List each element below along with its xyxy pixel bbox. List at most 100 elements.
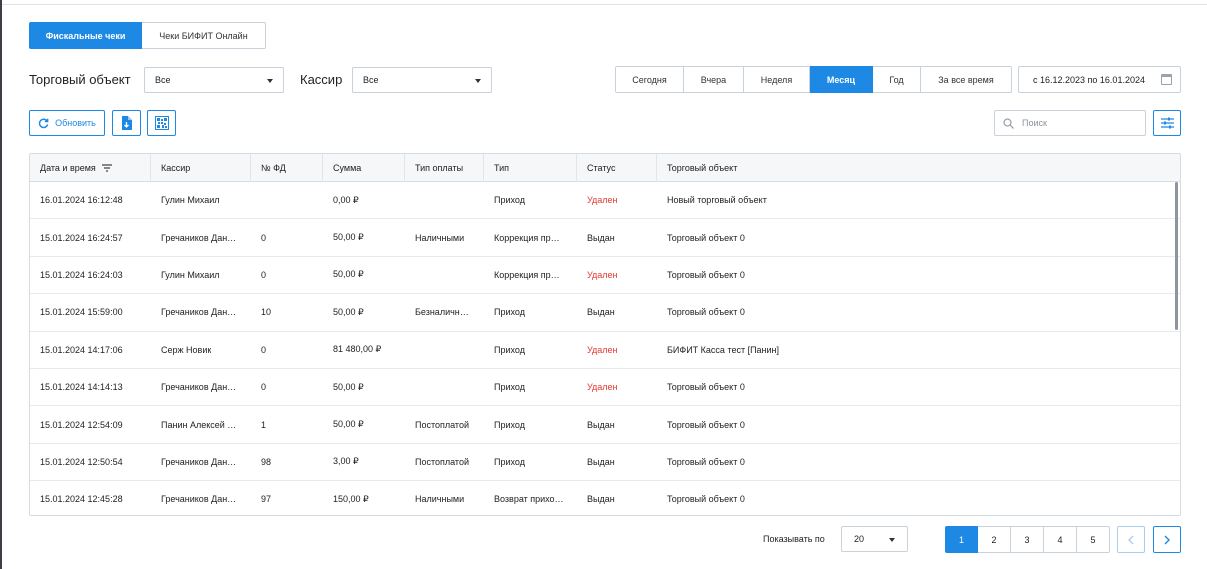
cell-fd-number-text: 0 — [261, 232, 267, 243]
cell-sum-text: 50,00 ₽ — [333, 306, 364, 317]
table-row[interactable]: 15.01.2024 15:59:00 Гречаников Дан… 10 50,0… — [30, 294, 1180, 332]
page-button-4[interactable]: 4 — [1044, 526, 1077, 553]
cell-type: Приход — [484, 444, 577, 480]
cell-fd-number: 0 — [251, 257, 323, 293]
column-header-datetime[interactable]: Дата и время — [30, 154, 151, 182]
cell-cashier: Гречаников Дан… — [151, 294, 251, 330]
column-header-cashier[interactable]: Кассир — [151, 154, 251, 182]
cell-store-text: Новый торговый объект — [667, 195, 767, 206]
table-row[interactable]: 15.01.2024 12:45:28 Гречаников Дан… 97 150,… — [30, 481, 1180, 515]
cell-fd-number-text: 0 — [261, 382, 267, 393]
column-header-store[interactable]: Торговый объект — [657, 154, 1180, 182]
cell-payment-type — [405, 369, 484, 405]
date-range-picker[interactable]: с 16.12.2023 по 16.01.2024 — [1018, 66, 1181, 93]
export-file-button[interactable] — [112, 110, 141, 136]
cell-datetime: 15.01.2024 12:54:09 — [30, 406, 151, 442]
cell-cashier-text: Гречаников Дан… — [161, 456, 237, 467]
cell-datetime-text: 15.01.2024 12:45:28 — [40, 494, 123, 505]
refresh-icon — [38, 118, 49, 128]
table-row[interactable]: 15.01.2024 12:54:09 Панин Алексей … 1 50,00… — [30, 406, 1180, 444]
cell-cashier-text: Гречаников Дан… — [161, 232, 237, 243]
table-row[interactable]: 15.01.2024 14:14:13 Гречаников Дан… 0 50,00… — [30, 369, 1180, 407]
refresh-button-label: Обновить — [55, 118, 96, 128]
cell-type: Возврат прихо… — [484, 481, 577, 515]
page-button-5[interactable]: 5 — [1077, 526, 1110, 553]
cell-cashier-text: Серж Новик — [161, 344, 212, 355]
period-all-time-button[interactable]: За все время — [921, 66, 1012, 93]
table-settings-button[interactable] — [1153, 110, 1181, 136]
cell-datetime: 15.01.2024 12:45:28 — [30, 481, 151, 515]
prev-page-button[interactable] — [1117, 526, 1145, 553]
table-row[interactable]: 15.01.2024 14:17:06 Серж Новик 0 81 480,00 … — [30, 332, 1180, 369]
cell-cashier: Гулин Михаил — [151, 257, 251, 293]
column-header-payment-type[interactable]: Тип оплаты — [405, 154, 484, 182]
cell-datetime-text: 15.01.2024 16:24:57 — [40, 232, 123, 243]
cell-store: Торговый объект 0 — [657, 481, 1180, 515]
period-week-button[interactable]: Неделя — [744, 66, 810, 93]
cell-sum: 50,00 ₽ — [323, 406, 405, 442]
table-header: Дата и время Кассир № ФД Сумма Тип оплат… — [30, 154, 1180, 182]
cell-datetime-text: 15.01.2024 16:24:03 — [40, 269, 123, 280]
cell-sum-text: 0,00 ₽ — [333, 194, 359, 205]
tab-fiscal-receipts[interactable]: Фискальные чеки — [29, 22, 142, 49]
calendar-icon — [1161, 74, 1172, 85]
cell-store: БИФИТ Касса тест [Панин] — [657, 332, 1180, 368]
tab-bifit-online-receipts[interactable]: Чеки БИФИТ Онлайн — [142, 22, 266, 49]
cell-type-text: Приход — [494, 419, 525, 430]
cashier-select[interactable]: Все — [352, 67, 492, 93]
period-today-button[interactable]: Сегодня — [615, 66, 684, 93]
next-page-button[interactable] — [1153, 526, 1181, 553]
cell-store-text: Торговый объект 0 — [667, 419, 745, 430]
per-page-select[interactable]: 20 — [841, 526, 908, 552]
chevron-down-icon — [475, 79, 481, 83]
cell-payment-type-text: Безналичн… — [415, 307, 469, 318]
column-header-sum[interactable]: Сумма — [323, 154, 405, 182]
page-button-2[interactable]: 2 — [978, 526, 1011, 553]
qr-code-button[interactable] — [147, 110, 176, 136]
cell-type: Коррекция пр… — [484, 257, 577, 293]
period-year-button[interactable]: Год — [873, 66, 921, 93]
column-header-status[interactable]: Статус — [577, 154, 657, 182]
cell-cashier-text: Гречаников Дан… — [161, 494, 237, 505]
cell-payment-type: Наличными — [405, 219, 484, 255]
period-month-button[interactable]: Месяц — [810, 66, 873, 93]
refresh-button[interactable]: Обновить — [29, 110, 105, 136]
search-input[interactable] — [1022, 118, 1132, 128]
table-row[interactable]: 15.01.2024 16:24:03 Гулин Михаил 0 50,00 ₽ К… — [30, 257, 1180, 295]
column-header-type[interactable]: Тип — [484, 154, 577, 182]
cell-fd-number-text: 98 — [261, 456, 272, 467]
cell-store-text: Торговый объект 0 — [667, 269, 745, 280]
cell-datetime: 15.01.2024 14:17:06 — [30, 332, 151, 368]
page-button-3[interactable]: 3 — [1011, 526, 1044, 553]
cell-cashier: Гречаников Дан… — [151, 481, 251, 515]
cell-sum: 81 480,00 ₽ — [323, 332, 405, 368]
cell-datetime: 15.01.2024 12:50:54 — [30, 444, 151, 480]
cashier-select-value: Все — [363, 75, 379, 85]
cell-fd-number-text: 0 — [261, 269, 267, 280]
table-row[interactable]: 15.01.2024 12:50:54 Гречаников Дан… 98 3,00… — [30, 444, 1180, 482]
cell-status-text: Выдан — [587, 232, 615, 243]
cell-status: Удален — [577, 257, 657, 293]
cell-datetime: 15.01.2024 16:24:03 — [30, 257, 151, 293]
table-row[interactable]: 16.01.2024 16:12:48 Гулин Михаил 0,00 ₽ При… — [30, 182, 1180, 220]
table-row[interactable]: 15.01.2024 16:24:57 Гречаников Дан… 0 50,00… — [30, 219, 1180, 257]
file-export-icon — [122, 116, 132, 130]
sort-icon[interactable] — [101, 164, 112, 172]
page-button-1[interactable]: 1 — [945, 526, 978, 553]
chevron-down-icon — [267, 79, 273, 83]
table-scrollbar[interactable] — [1175, 182, 1178, 330]
column-header-fd-number[interactable]: № ФД — [251, 154, 323, 182]
store-select[interactable]: Все — [144, 67, 284, 93]
cell-cashier: Гречаников Дан… — [151, 444, 251, 480]
cell-status: Выдан — [577, 481, 657, 515]
store-filter-label: Торговый объект — [29, 72, 131, 87]
cell-sum-text: 50,00 ₽ — [333, 232, 364, 243]
cell-datetime: 16.01.2024 16:12:48 — [30, 182, 151, 218]
cell-fd-number-text: 0 — [261, 344, 267, 355]
cell-store: Торговый объект 0 — [657, 294, 1180, 330]
period-yesterday-button[interactable]: Вчера — [684, 66, 744, 93]
cell-type: Коррекция пр… — [484, 219, 577, 255]
period-selector: Сегодня Вчера Неделя Месяц Год За все вр… — [615, 66, 1012, 93]
cell-store-text: БИФИТ Касса тест [Панин] — [667, 344, 780, 355]
search-box[interactable] — [994, 110, 1146, 136]
